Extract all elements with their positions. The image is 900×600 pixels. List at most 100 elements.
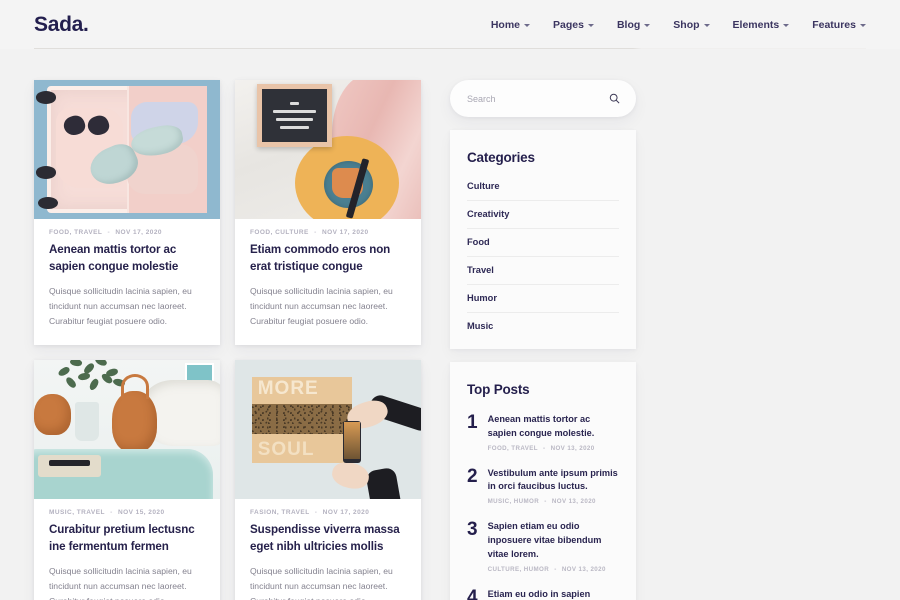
nav-item-blog[interactable]: Blog	[616, 18, 651, 31]
widget-title: Categories	[467, 150, 535, 165]
meta-separator: -	[554, 565, 557, 573]
post-title[interactable]: Curabitur pretium lectusnc ine fermentum…	[49, 522, 205, 555]
post-meta: FOOD, TRAVEL - NOV 17, 2020	[49, 229, 205, 236]
chevron-down-icon	[644, 23, 651, 27]
main-navigation: Home Pages Blog Shop Elements Features	[491, 19, 866, 31]
post-categories[interactable]: FASION, TRAVEL	[250, 509, 310, 516]
nav-item-label: Elements	[732, 18, 780, 31]
top-post-categories: FOOD, TRAVEL	[487, 444, 538, 452]
chevron-down-icon	[587, 23, 594, 27]
search-input[interactable]	[467, 93, 609, 104]
post-card-body: FASION, TRAVEL - NOV 17, 2020 Suspendiss…	[235, 499, 421, 600]
nav-item-features[interactable]: Features	[812, 19, 866, 31]
post-meta: FASION, TRAVEL - NOV 17, 2020	[250, 509, 406, 516]
sidebar: Categories Culture Creativity Food Trave…	[450, 80, 636, 600]
category-item-culture[interactable]: Culture	[467, 181, 619, 201]
widget-title: Top Posts	[467, 382, 530, 397]
nav-item-label: Features	[812, 18, 856, 31]
top-post-rank: 4	[467, 586, 478, 600]
post-meta: MUSIC, TRAVEL - NOV 15, 2020	[49, 509, 205, 516]
category-item-music[interactable]: Music	[467, 321, 619, 331]
post-title[interactable]: Etiam commodo eros non erat tristique co…	[250, 242, 406, 275]
post-card-body: FOOD, CULTURE - NOV 17, 2020 Etiam commo…	[235, 219, 421, 345]
categories-widget: Categories Culture Creativity Food Trave…	[450, 130, 636, 349]
post-thumbnail-interior[interactable]	[34, 360, 220, 500]
chevron-down-icon	[783, 23, 790, 27]
top-post-item[interactable]: 2 Vestibulum ante ipsum primis in orci f…	[467, 465, 619, 505]
post-card[interactable]: MORE SOUL FASION, TRAVEL - NOV 17, 2020 …	[235, 360, 421, 600]
post-date: NOV 17, 2020	[322, 509, 370, 517]
post-grid: FOOD, TRAVEL - NOV 17, 2020 Aenean matti…	[34, 80, 434, 600]
post-card[interactable]: MUSIC, TRAVEL - NOV 15, 2020 Curabitur p…	[34, 360, 220, 600]
nav-item-label: Home	[490, 18, 521, 31]
top-post-rank: 3	[467, 519, 478, 541]
post-categories[interactable]: FOOD, CULTURE	[250, 229, 309, 236]
nav-item-shop[interactable]: Shop	[673, 18, 710, 31]
top-post-title[interactable]: Sapien etiam eu odio inposuere vitae bib…	[488, 520, 619, 561]
top-post-categories: CULTURE, HUMOR	[487, 565, 550, 573]
post-thumbnail-suitcase[interactable]	[34, 80, 220, 219]
post-date: NOV 15, 2020	[117, 509, 165, 517]
top-post-meta: FOOD, TRAVEL - NOV 13, 2020	[488, 445, 619, 452]
meta-separator: -	[314, 509, 318, 517]
top-post-date: NOV 13, 2020	[561, 565, 606, 573]
post-excerpt: Quisque sollicitudin lacinia sapien, eu …	[250, 286, 393, 327]
poster-bottom-word: SOUL	[257, 439, 315, 461]
top-post-rank: 1	[467, 412, 478, 433]
top-post-meta: CULTURE, HUMOR - NOV 13, 2020	[488, 566, 619, 573]
post-date: NOV 17, 2020	[115, 229, 162, 236]
post-title[interactable]: Suspendisse viverra massa eget nibh ultr…	[250, 522, 406, 555]
post-title[interactable]: Aenean mattis tortor ac sapien congue mo…	[49, 242, 205, 275]
search-widget[interactable]	[450, 80, 636, 117]
nav-item-label: Pages	[553, 18, 584, 31]
post-categories[interactable]: FOOD, TRAVEL	[49, 229, 102, 236]
site-header: Sada. Home Pages Blog Shop Elements Feat…	[0, 0, 900, 49]
top-posts-list: 1 Aenean mattis tortor ac sapien congue …	[467, 413, 619, 600]
top-post-item[interactable]: 3 Sapien etiam eu odio inposuere vitae b…	[467, 519, 619, 573]
post-categories[interactable]: MUSIC, TRAVEL	[49, 509, 105, 516]
post-thumbnail-more-soul-poster[interactable]: MORE SOUL	[235, 360, 421, 500]
meta-separator: -	[107, 229, 111, 236]
top-post-item[interactable]: 1 Aenean mattis tortor ac sapien congue …	[467, 413, 619, 452]
post-card[interactable]: FOOD, CULTURE - NOV 17, 2020 Etiam commo…	[235, 80, 421, 346]
post-date: NOV 17, 2020	[321, 229, 369, 236]
top-post-title[interactable]: Etiam eu odio in sapien posuere vitae bi…	[488, 588, 619, 600]
nav-item-pages[interactable]: Pages	[553, 19, 594, 31]
post-excerpt: Quisque sollicitudin lacinia sapien, eu …	[250, 566, 393, 600]
category-list: Culture Creativity Food Travel Humor Mus…	[467, 181, 619, 331]
top-post-date: NOV 13, 2020	[551, 498, 596, 506]
category-item-creativity[interactable]: Creativity	[467, 209, 619, 229]
post-meta: FOOD, CULTURE - NOV 17, 2020	[250, 229, 406, 236]
nav-item-elements[interactable]: Elements	[733, 19, 790, 31]
meta-separator: -	[544, 498, 547, 506]
meta-separator: -	[543, 444, 546, 452]
top-post-title[interactable]: Vestibulum ante ipsum primis in orci fau…	[488, 467, 619, 495]
category-item-travel[interactable]: Travel	[467, 265, 619, 285]
post-thumbnail-letterboard-cake[interactable]	[235, 80, 421, 219]
post-excerpt: Quisque sollicitudin lacinia sapien, eu …	[49, 566, 192, 600]
top-post-date: NOV 13, 2020	[550, 444, 595, 452]
top-post-title[interactable]: Aenean mattis tortor ac sapien congue mo…	[488, 413, 619, 441]
meta-separator: -	[110, 509, 113, 517]
category-item-food[interactable]: Food	[467, 237, 619, 257]
post-card-body: FOOD, TRAVEL - NOV 17, 2020 Aenean matti…	[34, 219, 220, 345]
top-posts-widget: Top Posts 1 Aenean mattis tortor ac sapi…	[450, 362, 636, 600]
poster-top-word: MORE	[257, 377, 319, 399]
post-card[interactable]: FOOD, TRAVEL - NOV 17, 2020 Aenean matti…	[34, 80, 220, 346]
top-post-meta: MUSIC, HUMOR - NOV 13, 2020	[488, 498, 619, 505]
meta-separator: -	[314, 229, 317, 236]
post-card-body: MUSIC, TRAVEL - NOV 15, 2020 Curabitur p…	[34, 499, 220, 600]
search-icon[interactable]	[609, 93, 620, 104]
top-post-item[interactable]: 4 Etiam eu odio in sapien posuere vitae …	[467, 586, 619, 600]
post-excerpt: Quisque sollicitudin lacinia sapien, eu …	[49, 286, 192, 327]
top-post-rank: 2	[467, 465, 478, 487]
chevron-down-icon	[524, 23, 531, 27]
nav-item-home[interactable]: Home	[490, 18, 531, 31]
top-post-categories: MUSIC, HUMOR	[487, 498, 540, 506]
page-content: FOOD, TRAVEL - NOV 17, 2020 Aenean matti…	[0, 49, 900, 600]
chevron-down-icon	[860, 23, 866, 27]
nav-item-label: Shop	[673, 18, 700, 31]
nav-item-label: Blog	[616, 18, 641, 31]
category-item-humor[interactable]: Humor	[467, 293, 619, 313]
site-logo[interactable]: Sada.	[34, 13, 89, 37]
